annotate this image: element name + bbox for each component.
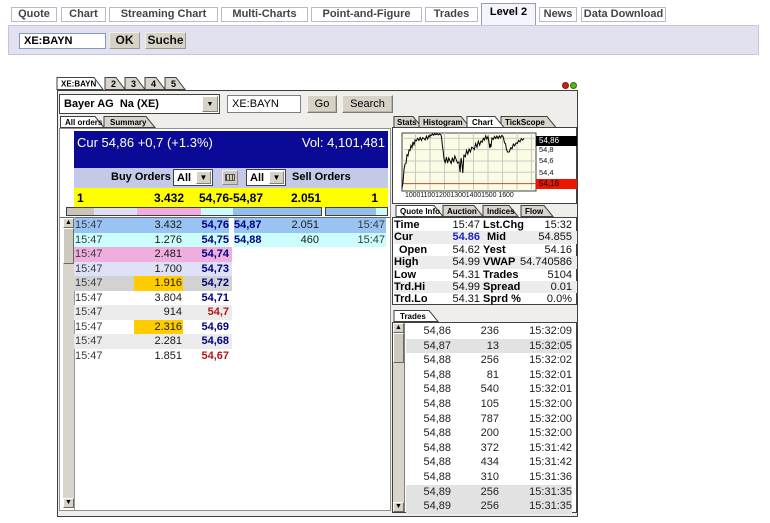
svg-text:Chart: Chart bbox=[472, 118, 493, 127]
svg-text:Flow: Flow bbox=[525, 207, 544, 216]
svg-text:5: 5 bbox=[171, 79, 176, 89]
svg-text:Stats: Stats bbox=[397, 118, 417, 127]
svg-text:All orders: All orders bbox=[65, 118, 103, 127]
svg-text:3: 3 bbox=[131, 79, 136, 89]
svg-text:Histogram: Histogram bbox=[423, 118, 463, 127]
svg-text:Trades: Trades bbox=[400, 312, 426, 321]
svg-text:Indices: Indices bbox=[487, 207, 515, 216]
svg-text:4: 4 bbox=[151, 79, 156, 89]
svg-text:2: 2 bbox=[111, 79, 116, 89]
svg-text:Quote Info: Quote Info bbox=[400, 207, 440, 216]
svg-text:Auction: Auction bbox=[447, 207, 477, 216]
svg-text:XE:BAYN: XE:BAYN bbox=[61, 80, 96, 89]
svg-text:TickScope: TickScope bbox=[505, 118, 545, 127]
svg-text:Summary: Summary bbox=[110, 118, 147, 127]
